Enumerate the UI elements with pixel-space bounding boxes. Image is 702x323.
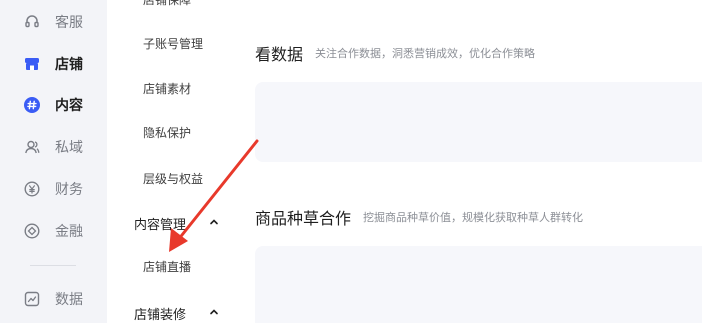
nav-item-customer-service[interactable]: 客服 — [0, 2, 107, 42]
submenu-item-store-live[interactable]: 店铺直播 — [143, 258, 191, 275]
yen-icon — [24, 181, 40, 197]
submenu-item-store-assets[interactable]: 店铺素材 — [143, 80, 191, 97]
submenu-item-sub-accounts[interactable]: 子账号管理 — [143, 35, 203, 52]
submenu-group-content[interactable]: 内容管理 — [134, 214, 186, 233]
main-content: 看数据 关注合作数据，洞悉营销成效，优化合作策略 商品种草合作 挖掘商品种草价值… — [237, 0, 702, 323]
section-desc-data: 关注合作数据，洞悉营销成效，优化合作策略 — [315, 47, 535, 60]
headset-icon — [24, 14, 40, 30]
seeding-card — [255, 246, 702, 323]
section-title-data: 看数据 — [255, 45, 304, 64]
submenu-group-decor[interactable]: 店铺装修 — [134, 304, 186, 323]
app-window: 客服 店铺 内容 私域 财务 金融 数据 店铺保障 子账号管理 店铺素材 隐私保… — [0, 0, 702, 323]
nav-label: 财务 — [55, 182, 83, 198]
finance-icon — [24, 223, 40, 239]
nav-label: 店铺 — [55, 57, 83, 73]
nav-item-data[interactable]: 数据 — [0, 279, 107, 319]
data-card — [255, 82, 702, 162]
section-title-seeding: 商品种草合作 — [255, 209, 352, 228]
submenu-item-privacy[interactable]: 隐私保护 — [143, 124, 191, 141]
nav-item-financial-services[interactable]: 金融 — [0, 211, 107, 251]
submenu-item-tiers[interactable]: 层级与权益 — [143, 170, 203, 187]
chevron-up-icon[interactable] — [209, 217, 219, 227]
store-icon — [24, 56, 40, 72]
chevron-up-icon[interactable] — [209, 307, 219, 317]
nav-label: 内容 — [55, 98, 83, 114]
nav-divider — [30, 265, 76, 266]
nav-label: 私域 — [55, 140, 83, 156]
nav-item-content[interactable]: 内容 — [0, 85, 107, 125]
nav-item-store[interactable]: 店铺 — [0, 44, 107, 84]
nav-item-private-domain[interactable]: 私域 — [0, 127, 107, 167]
secondary-menu: 店铺保障 子账号管理 店铺素材 隐私保护 层级与权益 内容管理 店铺直播 店铺装… — [107, 0, 237, 323]
section-desc-seeding: 挖掘商品种草价值，规模化获取种草人群转化 — [363, 211, 583, 224]
users-icon — [24, 139, 40, 155]
chart-icon — [24, 291, 40, 307]
nav-label: 客服 — [55, 15, 83, 31]
nav-label: 金融 — [55, 224, 83, 240]
hashtag-icon — [24, 97, 40, 113]
nav-label: 数据 — [55, 292, 83, 308]
submenu-item-cutoff[interactable]: 店铺保障 — [143, 0, 191, 8]
primary-nav: 客服 店铺 内容 私域 财务 金融 数据 — [0, 0, 107, 323]
nav-item-finance[interactable]: 财务 — [0, 169, 107, 209]
